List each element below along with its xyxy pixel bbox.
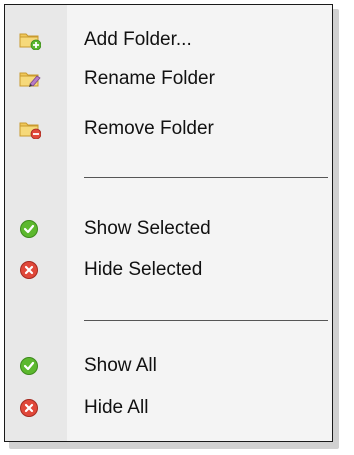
menu-item-hide-selected[interactable]: Hide Selected [5,251,332,289]
check-circle-icon [19,219,41,239]
x-circle-icon [19,260,41,280]
menu-separator [84,177,328,178]
x-circle-icon [19,398,41,418]
menu-item-label: Hide Selected [84,259,203,280]
menu-item-remove-folder[interactable]: Remove Folder [5,110,332,148]
menu-item-label: Show Selected [84,218,211,239]
menu-item-add-folder[interactable]: Add Folder... [5,21,332,59]
folder-remove-icon [19,119,42,140]
menu-item-label: Show All [84,355,157,376]
menu-item-label: Add Folder... [84,29,192,50]
menu-item-label: Hide All [84,397,149,418]
menu-item-rename-folder[interactable]: Rename Folder [5,60,332,98]
menu-item-label: Remove Folder [84,118,214,139]
menu-item-label: Rename Folder [84,68,215,89]
menu-item-show-selected[interactable]: Show Selected [5,210,332,248]
context-menu: Add Folder... Rename Folder Remove Folde… [4,4,333,442]
check-circle-icon [19,356,41,376]
menu-item-show-all[interactable]: Show All [5,347,332,385]
folder-add-icon [19,30,42,51]
folder-rename-icon [19,69,41,89]
menu-separator [84,320,328,321]
menu-item-hide-all[interactable]: Hide All [5,389,332,427]
